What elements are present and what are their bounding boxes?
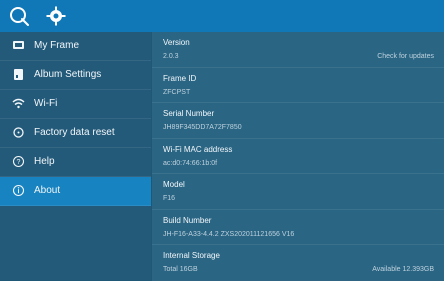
storage-available: Available 12.393GB [372,266,434,273]
sidebar-item-about[interactable]: About [0,177,151,206]
model-row: Model F16 [152,174,444,210]
internal-storage-title: Internal Storage [163,251,220,260]
sidebar: My Frame Album Settings Wi-Fi Factory da… [0,32,151,280]
sidebar-item-help[interactable]: ? Help [0,148,151,177]
wifi-icon [12,97,25,110]
sidebar-item-label: Help [34,156,55,167]
wifi-mac-title: Wi-Fi MAC address [163,144,233,154]
version-value: 2.0.3 [163,53,179,60]
album-icon [12,68,25,81]
version-title: Version [163,38,190,47]
sidebar-item-label: About [34,185,61,196]
sidebar-item-label: Album Settings [34,69,102,80]
model-title: Model [163,180,185,189]
sidebar-item-label: My Frame [34,40,79,51]
sidebar-item-label: Wi-Fi [34,98,58,109]
wifi-mac-row: Wi-Fi MAC address ac:d0:74:66:1b:0f [152,139,444,174]
wifi-mac-value: ac:d0:74:66:1b:0f [163,159,218,167]
top-bar [0,0,444,32]
info-icon [12,184,25,197]
sidebar-item-wifi[interactable]: Wi-Fi [0,90,151,119]
check-updates-link[interactable]: Check for updates [377,52,434,61]
svg-text:?: ? [17,159,21,166]
serial-number-value: JH89F345DD7A72F7850 [163,124,242,131]
reset-icon [12,126,25,139]
frame-id-row: Frame ID ZFCPST [152,68,444,103]
version-row: Version 2.0.3 Check for updates [152,32,444,68]
about-panel: Version 2.0.3 Check for updates Frame ID… [152,32,444,281]
app-window: My Frame Album Settings Wi-Fi Factory da… [0,0,444,281]
back-logo-icon[interactable] [8,5,30,27]
sidebar-item-my-frame[interactable]: My Frame [0,32,151,61]
storage-total: Total 16GB [163,266,198,273]
build-number-row: Build Number JH-F16-A33-4.4.2 ZXS2020111… [152,210,444,245]
frame-id-title: Frame ID [163,73,197,83]
frame-icon [12,39,25,52]
serial-number-title: Serial Number [163,109,215,118]
serial-number-row: Serial Number JH89F345DD7A72F7850 [152,103,444,139]
help-icon: ? [12,155,25,168]
model-value: F16 [163,195,176,202]
frame-id-value: ZFCPST [163,88,191,96]
sidebar-item-factory-reset[interactable]: Factory data reset [0,119,151,148]
build-number-title: Build Number [163,215,212,225]
internal-storage-row: Internal Storage Total 16GB Available 12… [152,245,444,281]
gear-icon[interactable] [45,5,67,27]
sidebar-item-label: Factory data reset [34,127,115,138]
sidebar-item-album-settings[interactable]: Album Settings [0,61,151,90]
build-number-value: JH-F16-A33-4.4.2 ZXS202011121656 V16 [163,230,295,238]
